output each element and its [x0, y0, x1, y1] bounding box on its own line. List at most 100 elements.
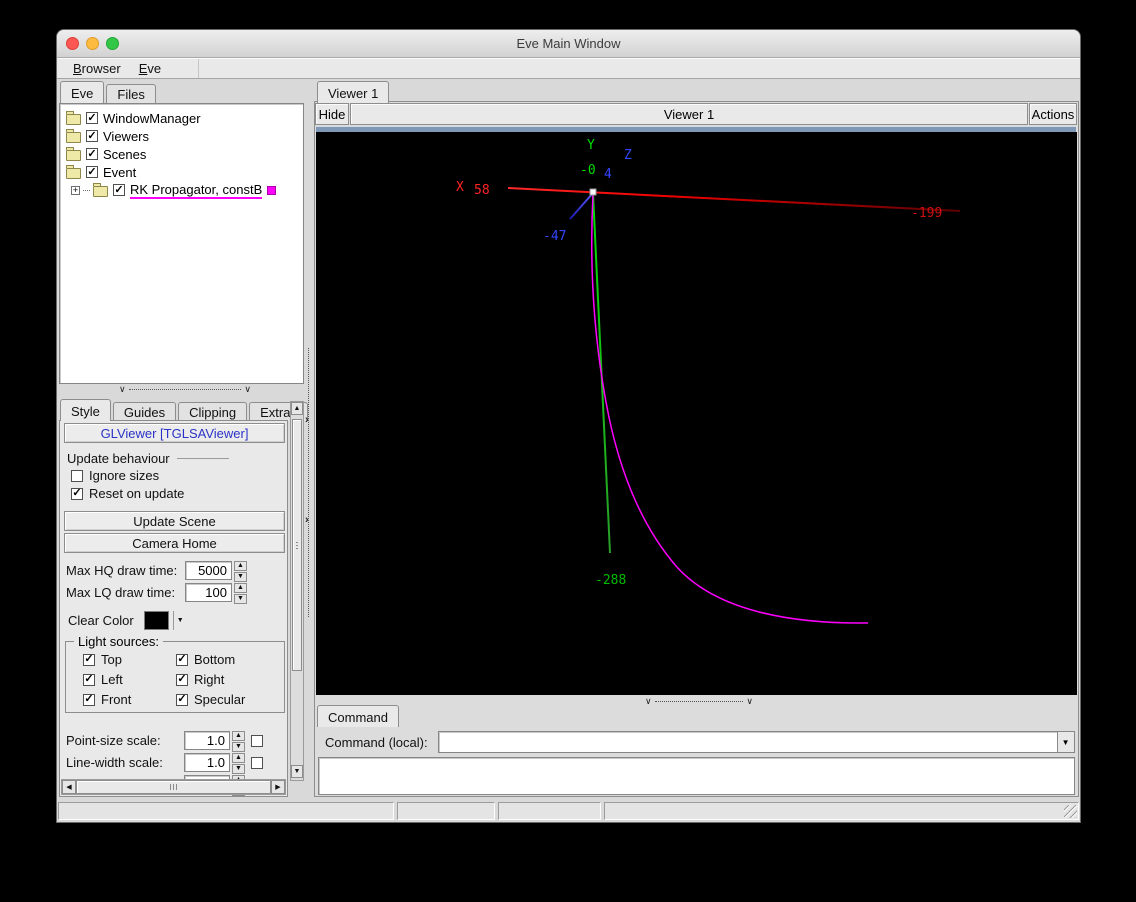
- style-tabbar: Style Guides Clipping Extras: [60, 399, 310, 421]
- tree-item-event[interactable]: ✓ Event: [60, 163, 303, 181]
- spin-up-icon[interactable]: ▲: [232, 753, 245, 763]
- update-scene-button[interactable]: Update Scene: [64, 511, 285, 531]
- vscrollbar-thumb[interactable]: [292, 419, 302, 671]
- tree-item-viewers[interactable]: ✓ Viewers: [60, 127, 303, 145]
- max-lq-entry[interactable]: 100: [185, 583, 232, 602]
- tab-guides[interactable]: Guides: [112, 402, 177, 421]
- scroll-down-icon[interactable]: ▼: [291, 765, 303, 778]
- tree-item-rk-propagator[interactable]: + ✓ RK Propagator, constB: [60, 181, 303, 199]
- max-hq-spinner: 5000 ▲ ▼: [185, 561, 247, 582]
- color-dropdown-icon[interactable]: ▼: [177, 617, 184, 624]
- z-axis-name: Z: [624, 148, 632, 163]
- light-right-checkbox[interactable]: ✓: [176, 673, 188, 686]
- tree-checkbox[interactable]: ✓: [86, 166, 98, 178]
- light-front-label: Front: [101, 692, 132, 707]
- chevron-down-icon: ∨: [645, 695, 652, 706]
- folder-icon: [66, 110, 81, 125]
- track-color-swatch[interactable]: [267, 185, 277, 195]
- point-size-entry[interactable]: 1.0: [184, 731, 230, 750]
- light-bottom-checkbox[interactable]: ✓: [176, 653, 188, 666]
- glviewer-button[interactable]: GLViewer [TGLSAViewer]: [64, 423, 285, 443]
- chevron-down-icon: ∨: [746, 695, 753, 706]
- tab-clipping[interactable]: Clipping: [178, 402, 248, 421]
- tab-style[interactable]: Style: [60, 399, 111, 421]
- hide-button-label: Hide: [318, 106, 346, 122]
- scroll-up-icon[interactable]: ▲: [291, 402, 303, 415]
- max-hq-entry[interactable]: 5000: [185, 561, 232, 580]
- spin-down-icon[interactable]: ▼: [232, 764, 245, 774]
- resize-grip[interactable]: [1064, 805, 1077, 818]
- tree-item-windowmanager[interactable]: ✓ WindowManager: [60, 109, 303, 127]
- tab-files[interactable]: Files: [106, 84, 156, 103]
- line-width-label: Line-width scale:: [66, 755, 163, 770]
- line-width-spinner: 1.0 ▲ ▼: [184, 753, 245, 774]
- folder-icon: [66, 146, 81, 161]
- menu-eve[interactable]: Eve: [130, 59, 170, 78]
- command-input[interactable]: [438, 732, 1057, 752]
- light-left-checkbox[interactable]: ✓: [83, 673, 95, 686]
- point-size-apply-checkbox[interactable]: [251, 734, 263, 747]
- spin-up-icon[interactable]: ▲: [232, 731, 245, 741]
- spin-down-icon[interactable]: ▼: [234, 572, 247, 582]
- tree-checkbox[interactable]: ✓: [86, 148, 98, 160]
- spin-up-icon[interactable]: ▲: [234, 583, 247, 593]
- statusbar: [57, 800, 1080, 822]
- gl-scene[interactable]: X 58 -199 Y -0 -288 Z 4 -47: [316, 132, 1077, 695]
- combo-dropdown-icon[interactable]: ▼: [1056, 732, 1074, 752]
- tree-item-label: WindowManager: [103, 110, 201, 126]
- line-width-apply-checkbox[interactable]: [251, 756, 263, 769]
- actions-button-label: Actions: [1031, 106, 1075, 122]
- check-icon: ✓: [84, 673, 94, 685]
- pane-splitter[interactable]: › ›: [305, 78, 313, 797]
- scroll-left-icon[interactable]: ◀: [62, 780, 76, 794]
- splitter-dots: [654, 700, 744, 702]
- viewer-title-bar[interactable]: Viewer 1: [350, 103, 1028, 125]
- tab-command[interactable]: Command: [317, 705, 399, 727]
- style-panel-hscrollbar[interactable]: ◀ ▶: [61, 779, 286, 795]
- command-output[interactable]: [318, 757, 1075, 795]
- gl-viewport[interactable]: X 58 -199 Y -0 -288 Z 4 -47: [316, 132, 1077, 695]
- tab-viewer-1[interactable]: Viewer 1: [317, 81, 390, 103]
- section-rule: [176, 458, 229, 459]
- line-width-entry[interactable]: 1.0: [184, 753, 230, 772]
- splitter-dots: [308, 348, 309, 617]
- menu-browser[interactable]: Browser: [64, 59, 130, 78]
- tab-eve[interactable]: Eve: [60, 81, 105, 103]
- hscrollbar-thumb[interactable]: [76, 780, 271, 794]
- reset-on-update-checkbox[interactable]: ✓: [71, 487, 83, 500]
- light-specular-checkbox[interactable]: ✓: [176, 693, 188, 706]
- tab-files-label: Files: [117, 87, 145, 102]
- command-splitter[interactable]: ∨ ∨: [645, 696, 753, 706]
- check-icon: ✓: [87, 165, 97, 178]
- scroll-right-icon[interactable]: ▶: [271, 780, 285, 794]
- spin-up-icon[interactable]: ▲: [234, 561, 247, 571]
- command-combobox: ▼: [437, 731, 1075, 753]
- spin-down-icon[interactable]: ▼: [232, 742, 245, 752]
- actions-button[interactable]: Actions: [1029, 103, 1077, 125]
- max-hq-label: Max HQ draw time:: [66, 563, 178, 578]
- clear-color-swatch[interactable]: [143, 611, 169, 630]
- left-pane-splitter[interactable]: ∨ ∨: [119, 384, 251, 394]
- check-icon: ✓: [177, 673, 187, 685]
- tree-checkbox[interactable]: ✓: [113, 184, 125, 196]
- titlebar[interactable]: Eve Main Window: [57, 30, 1080, 58]
- hide-button[interactable]: Hide: [315, 103, 349, 125]
- tree-checkbox[interactable]: ✓: [86, 112, 98, 124]
- check-icon: ✓: [87, 129, 97, 142]
- ignore-sizes-label: Ignore sizes: [89, 468, 160, 483]
- expand-plus-icon[interactable]: +: [71, 185, 80, 195]
- spin-down-icon[interactable]: ▼: [234, 594, 247, 604]
- camera-home-button[interactable]: Camera Home: [64, 533, 285, 553]
- command-prompt-label: Command (local):: [325, 734, 428, 750]
- tree-checkbox[interactable]: ✓: [86, 130, 98, 142]
- point-size-spinner: 1.0 ▲ ▼: [184, 731, 245, 752]
- statusbar-cell-3: [498, 802, 601, 820]
- update-behaviour-title: Update behaviour: [67, 451, 170, 466]
- folder-icon: [66, 128, 81, 143]
- ignore-sizes-checkbox[interactable]: [71, 469, 83, 482]
- style-panel-vscrollbar[interactable]: ▲ ▼: [290, 401, 304, 781]
- light-front-checkbox[interactable]: ✓: [83, 693, 95, 706]
- tree-item-scenes[interactable]: ✓ Scenes: [60, 145, 303, 163]
- light-top-checkbox[interactable]: ✓: [83, 653, 95, 666]
- check-icon: ✓: [114, 183, 124, 196]
